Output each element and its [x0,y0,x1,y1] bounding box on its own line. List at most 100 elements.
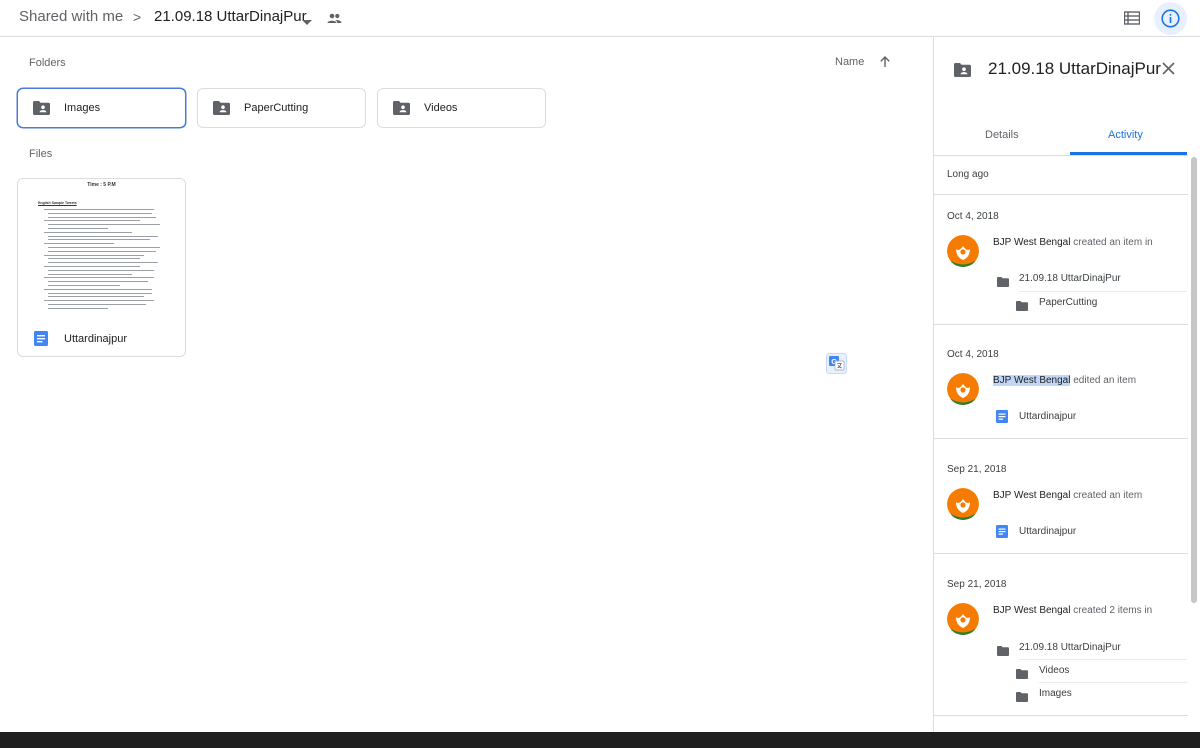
activity-action: created 2 items in [1073,605,1153,616]
thumbnail-text-line [48,212,152,214]
activity-section-label: Long ago [947,169,989,180]
actor-name[interactable]: BJP West Bengal [993,605,1070,616]
avatar [947,235,979,267]
divider [1039,682,1187,683]
activity-item-link[interactable]: 21.09.18 UttarDinajPur [1019,642,1121,653]
thumbnail-text-line [44,266,140,267]
thumbnail-text-line [44,243,114,245]
file-card-uttardinajpur[interactable]: Time : 5 P.M English Sample Tweets Uttar… [17,178,186,357]
folders-section-label: Folders [29,57,66,69]
actor-name[interactable]: BJP West Bengal [993,490,1070,501]
folder-icon [1016,298,1028,316]
folder-name: Videos [424,102,458,114]
chevron-down-icon[interactable] [302,13,312,31]
thumbnail-text-line [48,304,146,305]
thumbnail-text-line [44,254,144,256]
actor-name[interactable]: BJP West Bengal [993,375,1071,386]
thumbnail-text-line [48,273,132,275]
divider [1019,291,1187,292]
shared-folder-icon [213,101,230,120]
avatar [947,488,979,520]
shared-people-icon [327,12,342,30]
breadcrumb-shared-with-me[interactable]: Shared with me [19,8,123,25]
activity-action: created an item in [1073,237,1153,248]
thumbnail-text-line [48,292,152,294]
avatar [947,373,979,405]
activity-action: created an item [1073,490,1143,501]
activity-item-link[interactable]: Uttardinajpur [1019,526,1076,537]
tab-details[interactable]: Details [985,129,1019,141]
breadcrumb-current-folder[interactable]: 21.09.18 UttarDinajPur [154,8,307,25]
folder-card-images[interactable]: Images [17,88,186,128]
folder-name: PaperCutting [244,102,309,114]
panel-scrollbar[interactable] [1191,157,1197,603]
activity-date: Oct 4, 2018 [947,211,999,222]
list-view-icon[interactable] [1123,11,1141,30]
shared-folder-icon [33,101,50,120]
thumbnail-subtitle: English Sample Tweets [38,201,77,205]
shared-folder-icon [954,63,971,82]
thumbnail-title: Time : 5 P.M [87,182,116,188]
shared-folder-icon [393,101,410,120]
thumbnail-text-line [48,285,120,286]
folder-icon [1016,689,1028,707]
divider [934,194,1188,195]
actor-name[interactable]: BJP West Bengal [993,237,1070,248]
thumbnail-text-line [44,231,132,233]
tab-divider [934,155,1188,156]
thumbnail-text-line [44,220,140,222]
thumbnail-text-line [48,281,148,283]
breadcrumb-separator: > [133,9,142,25]
folder-icon [997,643,1009,661]
divider [934,715,1188,716]
thumbnail-text-line [44,288,152,290]
thumbnail-text-line [48,262,158,264]
thumbnail-text-line [44,300,154,302]
thumbnail-text-line [48,216,156,218]
thumbnail-text-line [48,250,156,252]
folder-card-videos[interactable]: Videos [377,88,546,128]
folder-card-papercutting[interactable]: PaperCutting [197,88,366,128]
thumbnail-text-line [44,209,154,210]
activity-item-link[interactable]: PaperCutting [1039,297,1097,308]
avatar [947,603,979,635]
thumbnail-text-line [48,307,108,309]
activity-action: edited an item [1073,375,1137,386]
divider [934,324,1188,325]
activity-item-link[interactable]: Uttardinajpur [1019,411,1076,422]
arrow-up-icon[interactable] [879,55,891,73]
activity-item-link[interactable]: Images [1039,688,1072,699]
document-thumbnail: Time : 5 P.M English Sample Tweets [18,179,185,319]
tab-activity[interactable]: Activity [1108,129,1143,141]
thumbnail-text-line [48,235,158,237]
thumbnail-text-line [48,296,144,298]
details-info-button[interactable] [1154,2,1187,35]
info-icon [1161,9,1180,28]
activity-date: Oct 4, 2018 [947,349,999,360]
folder-icon [997,274,1009,292]
sort-by-name-button[interactable]: Name [835,56,864,68]
files-section-label: Files [29,148,53,160]
google-translate-icon[interactable]: G [826,353,847,374]
thumbnail-text-line [44,277,154,279]
details-panel: 21.09.18 UttarDinajPur Details Activity … [933,37,1200,732]
google-docs-icon [996,410,1008,428]
folder-icon [1016,666,1028,684]
close-icon[interactable] [1162,62,1175,80]
activity-item-link[interactable]: 21.09.18 UttarDinajPur [1019,273,1121,284]
file-name: Uttardinajpur [64,333,127,345]
activity-description: BJP West Bengal created an item in [993,237,1153,248]
panel-title: 21.09.18 UttarDinajPur [988,59,1161,78]
divider [934,438,1188,439]
folder-name: Images [64,102,101,114]
activity-date: Sep 21, 2018 [947,579,1007,590]
activity-item-link[interactable]: Videos [1039,665,1069,676]
activity-description: BJP West Bengal edited an item [993,375,1136,386]
thumbnail-text-line [48,228,108,229]
bottom-bar [0,732,1200,748]
thumbnail-text-line [48,269,154,271]
thumbnail-text-line [48,247,160,248]
thumbnail-text-line [48,258,140,260]
activity-date: Sep 21, 2018 [947,464,1007,475]
google-docs-icon [996,525,1008,543]
